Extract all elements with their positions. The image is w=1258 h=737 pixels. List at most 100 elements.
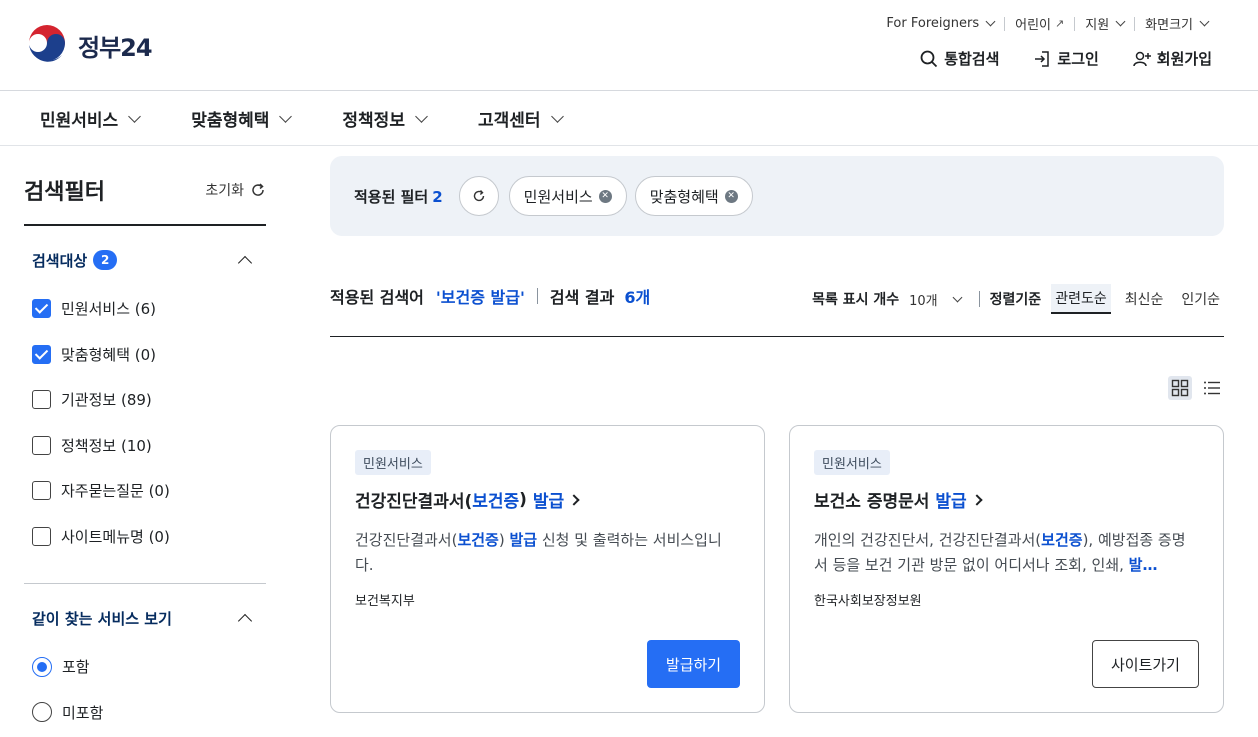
site-header: 정부24 For Foreigners 어린이 ↗ 지원 화면크기 통합검색 로… — [0, 0, 1258, 91]
for-foreigners-link[interactable]: For Foreigners — [876, 16, 1004, 31]
sort-label: 정렬기준 — [989, 292, 1042, 308]
checkbox[interactable] — [32, 390, 51, 410]
chevron-right-icon — [970, 493, 983, 506]
applied-filters-text: 적용된 필터 — [354, 187, 429, 206]
chevron-down-icon — [128, 109, 142, 123]
view-toggle — [1168, 376, 1224, 400]
chevron-up-icon[interactable] — [237, 255, 253, 271]
section-title: 검색대상 2 — [32, 250, 118, 271]
close-icon[interactable]: ✕ — [598, 189, 612, 203]
checkbox-policy-info[interactable]: 정책정보 (10) — [32, 423, 258, 469]
reset-filter-button[interactable]: 초기화 — [205, 180, 266, 200]
external-link-icon: ↗ — [1055, 17, 1065, 30]
desc-text: ) — [498, 531, 510, 549]
screen-size-link[interactable]: 화면크기 — [1135, 14, 1218, 33]
nav-label: 고객센터 — [477, 110, 541, 131]
radio-button[interactable] — [32, 702, 52, 723]
screen-size-label: 화면크기 — [1145, 18, 1193, 33]
result-count-label: 검색 결과 — [549, 288, 615, 307]
page-size-select[interactable]: 10개 — [909, 290, 963, 309]
title-text: ) — [519, 489, 533, 510]
sort-popular[interactable]: 인기순 — [1177, 285, 1224, 313]
card-description: 개인의 건강진단서, 건강진단결과서(보건증), 예방접종 증명서 등을 보건 … — [814, 528, 1199, 578]
search-target-header[interactable]: 검색대상 2 — [32, 240, 258, 280]
chevron-down-icon — [1199, 16, 1210, 27]
go-to-site-button[interactable]: 사이트가기 — [1092, 640, 1199, 688]
chevron-up-icon[interactable] — [237, 613, 253, 629]
site-logo[interactable]: 정부24 — [24, 22, 153, 68]
page-size-value: 10개 — [909, 293, 938, 309]
radio-button[interactable] — [32, 656, 52, 677]
list-controls: 목록 표시 개수 10개 정렬기준 관련도순 최신순 인기순 — [812, 284, 1224, 314]
result-count: 6개 — [624, 288, 651, 307]
title-highlight: 보건증 — [472, 492, 520, 512]
desc-text: 개인의 건강진단서, 건강진단결과서( — [814, 531, 1042, 549]
for-foreigners-label: For Foreigners — [886, 16, 980, 31]
sort-latest[interactable]: 최신순 — [1121, 285, 1168, 313]
checkbox-label: 자주묻는질문 (0) — [61, 482, 170, 501]
desc-highlight: 발급 — [509, 531, 538, 549]
checkbox-label: 기관정보 (89) — [61, 391, 152, 410]
checkbox-label: 민원서비스 (6) — [61, 300, 157, 319]
checkbox-civil-service[interactable]: 민원서비스 (6) — [32, 286, 258, 332]
chevron-down-icon — [550, 109, 564, 123]
logo-text: 정부24 — [78, 33, 153, 62]
checkbox-benefits[interactable]: 맞춤형혜택 (0) — [32, 332, 258, 378]
result-summary: 적용된 검색어 '보건증 발급' 검색 결과 6개 — [330, 284, 650, 308]
checkbox[interactable] — [32, 435, 51, 455]
checkbox[interactable] — [32, 344, 51, 364]
checkbox[interactable] — [32, 526, 51, 546]
sort-relevance[interactable]: 관련도순 — [1051, 284, 1111, 314]
signup-button[interactable]: 회원가입 — [1133, 48, 1212, 69]
issue-button[interactable]: 발급하기 — [647, 640, 740, 688]
nav-item-customer-center[interactable]: 고객센터 — [477, 106, 564, 131]
checkbox[interactable] — [32, 481, 51, 501]
nav-label: 맞춤형혜택 — [191, 110, 270, 131]
applied-filters-label: 적용된 필터 2 — [354, 186, 443, 207]
support-link[interactable]: 지원 — [1075, 14, 1134, 33]
nav-item-civil-service[interactable]: 민원서비스 — [40, 106, 142, 131]
nav-label: 민원서비스 — [40, 110, 119, 131]
desc-highlight: 보건증 — [1041, 531, 1083, 549]
chevron-down-icon — [985, 16, 996, 27]
category-tag: 민원서비스 — [814, 450, 890, 475]
reset-label: 초기화 — [205, 183, 244, 199]
close-icon[interactable]: ✕ — [724, 189, 738, 203]
card-title-link[interactable]: 보건소 증명문서 발급 — [814, 487, 1199, 512]
checkbox[interactable] — [32, 299, 51, 319]
nav-item-benefits[interactable]: 맞춤형혜택 — [191, 106, 293, 131]
nav-item-policy[interactable]: 정책정보 — [342, 106, 428, 131]
list-view-button[interactable] — [1200, 376, 1224, 400]
filter-chip-civil-service[interactable]: 민원서비스 ✕ — [508, 176, 627, 216]
login-label: 로그인 — [1057, 50, 1099, 68]
related-services-header[interactable]: 같이 찾는 서비스 보기 — [32, 598, 258, 638]
reset-filters-button[interactable] — [458, 176, 499, 216]
checkbox-site-menu[interactable]: 사이트메뉴명 (0) — [32, 514, 258, 560]
filter-chip-benefits[interactable]: 맞춤형혜택 ✕ — [634, 176, 753, 216]
card-title-link[interactable]: 건강진단결과서(보건증) 발급 — [355, 487, 740, 512]
search-button[interactable]: 통합검색 — [920, 48, 999, 69]
result-card: 민원서비스 건강진단결과서(보건증) 발급 건강진단결과서(보건증) 발급 신청… — [330, 425, 765, 713]
grid-view-button[interactable] — [1168, 376, 1192, 400]
radio-label: 미포함 — [62, 703, 104, 722]
chevron-down-icon — [279, 109, 293, 123]
radio-include[interactable]: 포함 — [32, 644, 258, 690]
card-organization: 한국사회보장정보원 — [814, 594, 922, 609]
radio-exclude[interactable]: 미포함 — [32, 690, 258, 736]
filter-header: 검색필터 초기화 — [24, 170, 266, 226]
chevron-right-icon — [568, 493, 580, 506]
grid-icon — [1171, 379, 1189, 397]
checkbox-agency-info[interactable]: 기관정보 (89) — [32, 377, 258, 423]
checkbox-faq[interactable]: 자주묻는질문 (0) — [32, 468, 258, 514]
keyword-label: 적용된 검색어 — [330, 288, 424, 307]
count-badge: 2 — [93, 250, 118, 270]
divider — [536, 288, 538, 304]
kids-link[interactable]: 어린이 ↗ — [1005, 14, 1074, 33]
login-button[interactable]: 로그인 — [1033, 48, 1099, 69]
list-icon — [1204, 381, 1220, 395]
desc-highlight: 발… — [1128, 556, 1158, 574]
desc-highlight: 보건증 — [457, 531, 499, 549]
filter-title: 검색필터 — [24, 180, 105, 205]
applied-filters-box: 적용된 필터 2 민원서비스 ✕ 맞춤형혜택 ✕ — [330, 156, 1224, 236]
header-actions: 통합검색 로그인 회원가입 — [920, 48, 1212, 69]
